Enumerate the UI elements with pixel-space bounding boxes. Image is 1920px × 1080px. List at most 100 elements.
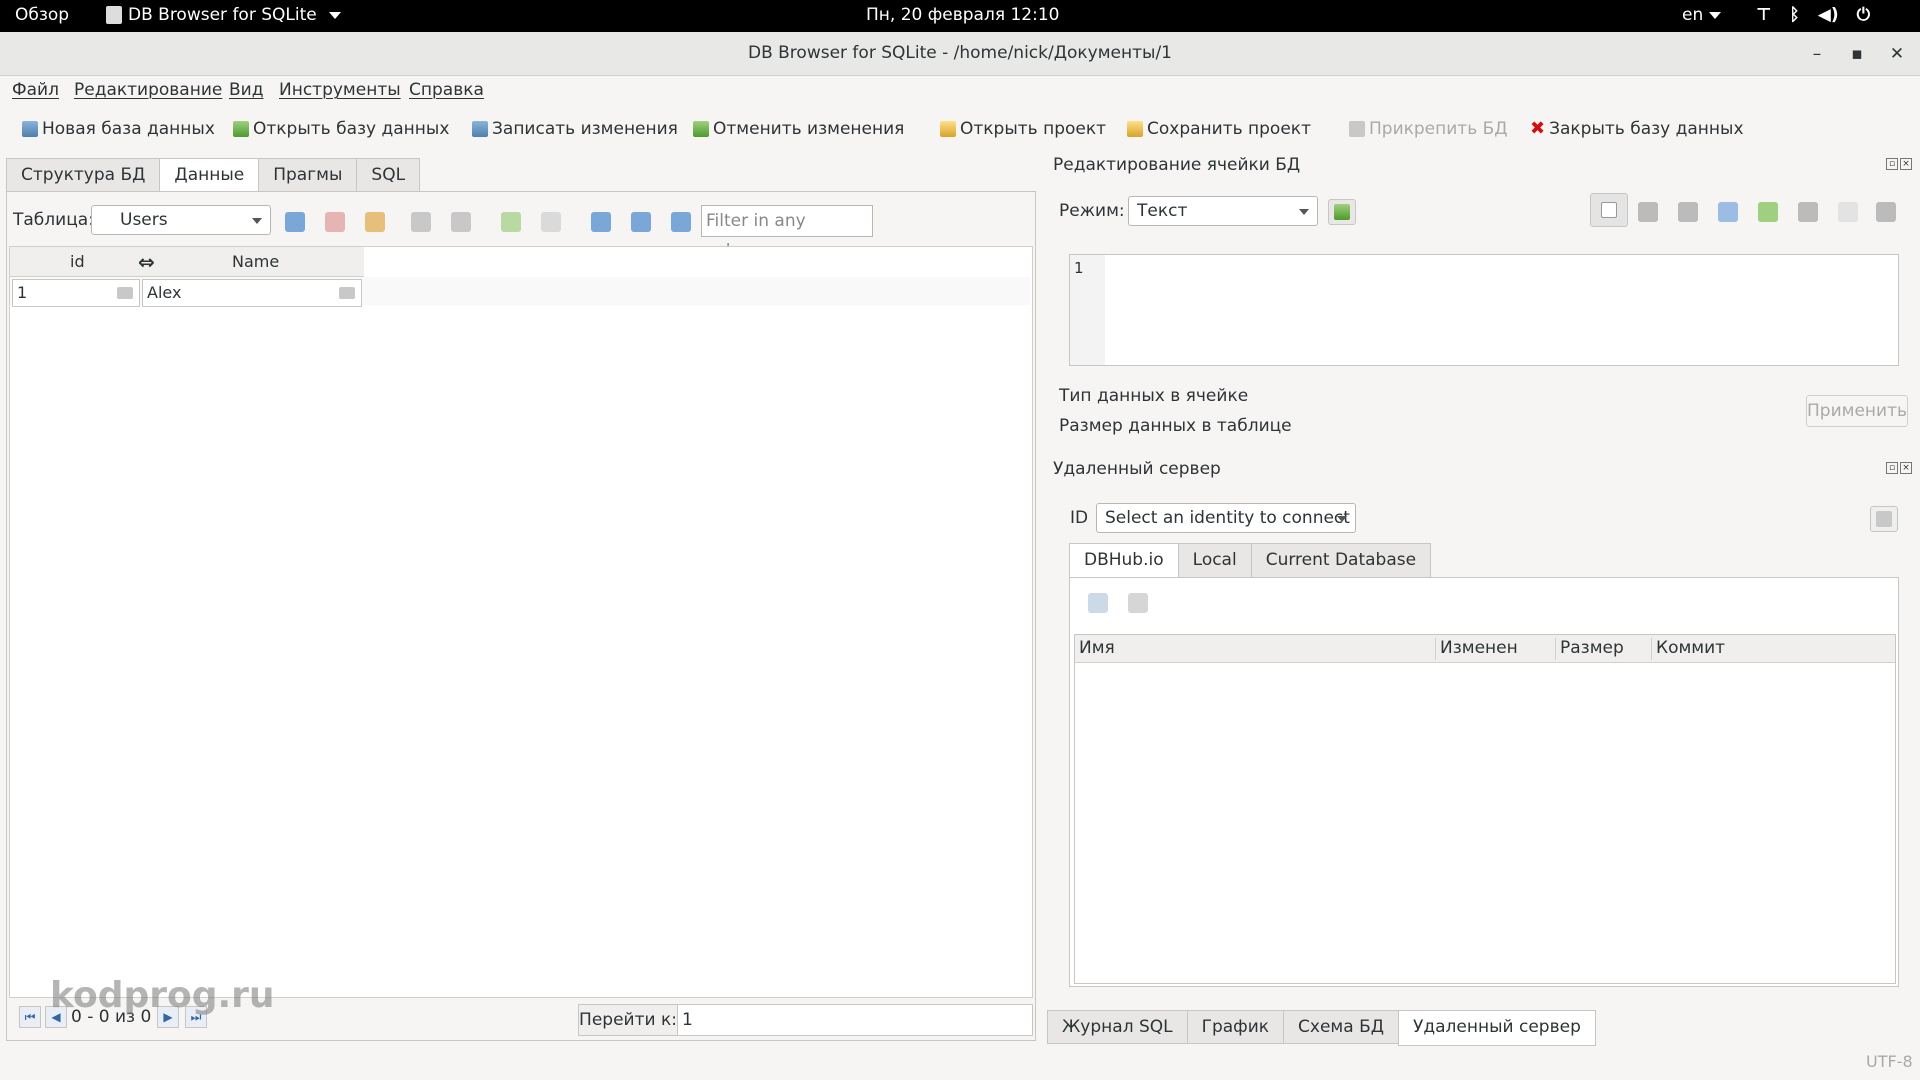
menu-view[interactable]: Вид xyxy=(229,80,263,100)
menu-file[interactable]: Файл xyxy=(12,80,59,100)
save-icon xyxy=(472,121,488,137)
menu-help[interactable]: Справка xyxy=(409,80,484,100)
keyboard-layout-label: en xyxy=(1682,5,1704,25)
grid-header: id Name ⇔ xyxy=(10,247,364,277)
tab-browse-data[interactable]: Данные xyxy=(159,158,260,194)
new-database-icon xyxy=(22,121,38,137)
mode-select[interactable]: Текст xyxy=(1128,196,1318,226)
clone-icon[interactable] xyxy=(1128,593,1148,613)
mode-select-value: Текст xyxy=(1137,201,1188,221)
data-grid: id Name ⇔ 1 Alex xyxy=(9,246,1033,998)
tab-db-schema[interactable]: Схема БД xyxy=(1283,1010,1400,1044)
set-null-icon[interactable] xyxy=(1678,202,1698,222)
window-title: DB Browser for SQLite - /home/nick/Докум… xyxy=(747,43,1172,63)
encoding-status: UTF-8 xyxy=(1866,1052,1913,1071)
resize-cursor-icon: ⇔ xyxy=(138,250,155,274)
close-dock-icon[interactable]: × xyxy=(1900,158,1912,170)
save-project-button[interactable]: Сохранить проект xyxy=(1127,116,1311,142)
close-database-button[interactable]: ✖ Закрыть базу данных xyxy=(1530,116,1744,142)
main-toolbar: Новая база данных Открыть базу данных За… xyxy=(0,110,1920,150)
print-icon[interactable] xyxy=(451,212,471,232)
clear-icon[interactable] xyxy=(339,287,355,299)
cell-editor[interactable]: 1 xyxy=(1069,254,1899,366)
clear-icon[interactable] xyxy=(117,287,133,299)
clear-sort-icon[interactable] xyxy=(365,212,385,232)
filter-cell-id[interactable]: 1 xyxy=(12,279,140,307)
tab-db-structure[interactable]: Структура БД xyxy=(6,158,161,192)
menu-edit[interactable]: Редактирование xyxy=(74,80,222,100)
image-icon[interactable] xyxy=(1798,202,1818,222)
app-menu-label: DB Browser for SQLite xyxy=(128,5,317,25)
font-icon[interactable] xyxy=(591,212,611,232)
indent-icon[interactable] xyxy=(1638,202,1658,222)
close-database-label: Закрыть базу данных xyxy=(1549,119,1744,139)
new-database-button[interactable]: Новая база данных xyxy=(22,116,215,142)
identity-button[interactable] xyxy=(1870,506,1898,532)
first-record-icon[interactable]: ⏮ xyxy=(19,1006,41,1028)
close-dock-icon[interactable]: × xyxy=(1900,462,1912,474)
filter-input[interactable]: Filter in any column xyxy=(701,205,873,261)
filter-cell-name[interactable]: Alex xyxy=(142,279,362,307)
open-database-button[interactable]: Открыть базу данных xyxy=(233,116,449,142)
tab-local[interactable]: Local xyxy=(1177,543,1252,577)
system-status-area[interactable]: ⊤ ᛒ ◀) ⏻ xyxy=(1756,5,1870,25)
cell-id-value: 1 xyxy=(17,283,28,302)
identity-select[interactable]: Select an identity to connect xyxy=(1096,503,1356,533)
float-dock-icon[interactable]: ▫ xyxy=(1886,158,1898,170)
open-database-icon xyxy=(233,121,249,137)
app-menu[interactable]: DB Browser for SQLite xyxy=(106,5,341,25)
cell-name-value: Alex xyxy=(147,283,182,302)
tab-sql-log[interactable]: Журнал SQL xyxy=(1047,1010,1188,1044)
tab-current-database[interactable]: Current Database xyxy=(1250,543,1432,577)
open-project-button[interactable]: Открыть проект xyxy=(940,116,1106,142)
attach-database-button[interactable]: Прикрепить БД xyxy=(1349,116,1508,142)
export-icon[interactable] xyxy=(1758,202,1778,222)
goto-button[interactable]: Перейти к: xyxy=(578,1004,678,1036)
tab-remote[interactable]: Удаленный сервер xyxy=(1398,1010,1596,1046)
apply-button[interactable]: Применить xyxy=(1806,395,1908,427)
close-window-button[interactable]: ✕ xyxy=(1883,40,1911,68)
tab-dbhub[interactable]: DBHub.io xyxy=(1069,543,1179,579)
save-project-icon xyxy=(1127,121,1143,137)
refresh-icon[interactable] xyxy=(285,212,305,232)
table-row[interactable]: 1 Alex xyxy=(10,277,1030,307)
column-header-name[interactable]: Name xyxy=(232,252,279,271)
maximize-button[interactable]: ▪ xyxy=(1843,40,1871,68)
write-changes-label: Записать изменения xyxy=(492,119,678,139)
column-header-modified[interactable]: Изменен xyxy=(1435,638,1518,660)
erase-icon[interactable] xyxy=(1838,202,1858,222)
import-icon[interactable] xyxy=(1718,202,1738,222)
refresh-icon[interactable] xyxy=(1088,593,1108,613)
chevron-down-icon xyxy=(1299,209,1309,215)
replace-icon[interactable] xyxy=(671,212,691,232)
clock[interactable]: Пн, 20 февраля 12:10 xyxy=(866,5,1059,25)
tab-sql[interactable]: SQL xyxy=(356,158,421,192)
find-icon[interactable] xyxy=(631,212,651,232)
chevron-down-icon xyxy=(328,11,341,19)
keyboard-layout-indicator[interactable]: en xyxy=(1682,5,1722,25)
goto-input[interactable]: 1 xyxy=(677,1004,1033,1036)
column-header-name[interactable]: Имя xyxy=(1075,638,1115,660)
tab-plot[interactable]: График xyxy=(1186,1010,1285,1044)
table-select-value: Users xyxy=(120,210,168,230)
clear-filters-icon[interactable] xyxy=(325,212,345,232)
column-header-commit[interactable]: Коммит xyxy=(1651,638,1725,660)
print-icon[interactable] xyxy=(1876,202,1896,222)
menu-tools[interactable]: Инструменты xyxy=(279,80,401,100)
auto-format-button[interactable] xyxy=(1328,199,1356,225)
save-table-icon[interactable] xyxy=(411,212,431,232)
column-header-id[interactable]: id xyxy=(70,252,85,271)
minimize-button[interactable]: – xyxy=(1803,40,1831,68)
float-dock-icon[interactable]: ▫ xyxy=(1886,462,1898,474)
word-wrap-toggle[interactable] xyxy=(1590,193,1628,227)
activities-button[interactable]: Обзор xyxy=(15,5,69,25)
write-changes-button[interactable]: Записать изменения xyxy=(472,116,678,142)
insert-record-icon[interactable] xyxy=(501,212,521,232)
table-select[interactable]: Users xyxy=(91,205,271,235)
remote-tabs: DBHub.io Local Current Database xyxy=(1069,543,1432,579)
cell-type-label: Тип данных в ячейке xyxy=(1059,386,1249,406)
revert-changes-button[interactable]: Отменить изменения xyxy=(693,116,904,142)
tab-pragmas[interactable]: Прагмы xyxy=(258,158,358,192)
column-header-size[interactable]: Размер xyxy=(1555,638,1624,660)
delete-record-icon[interactable] xyxy=(541,212,561,232)
